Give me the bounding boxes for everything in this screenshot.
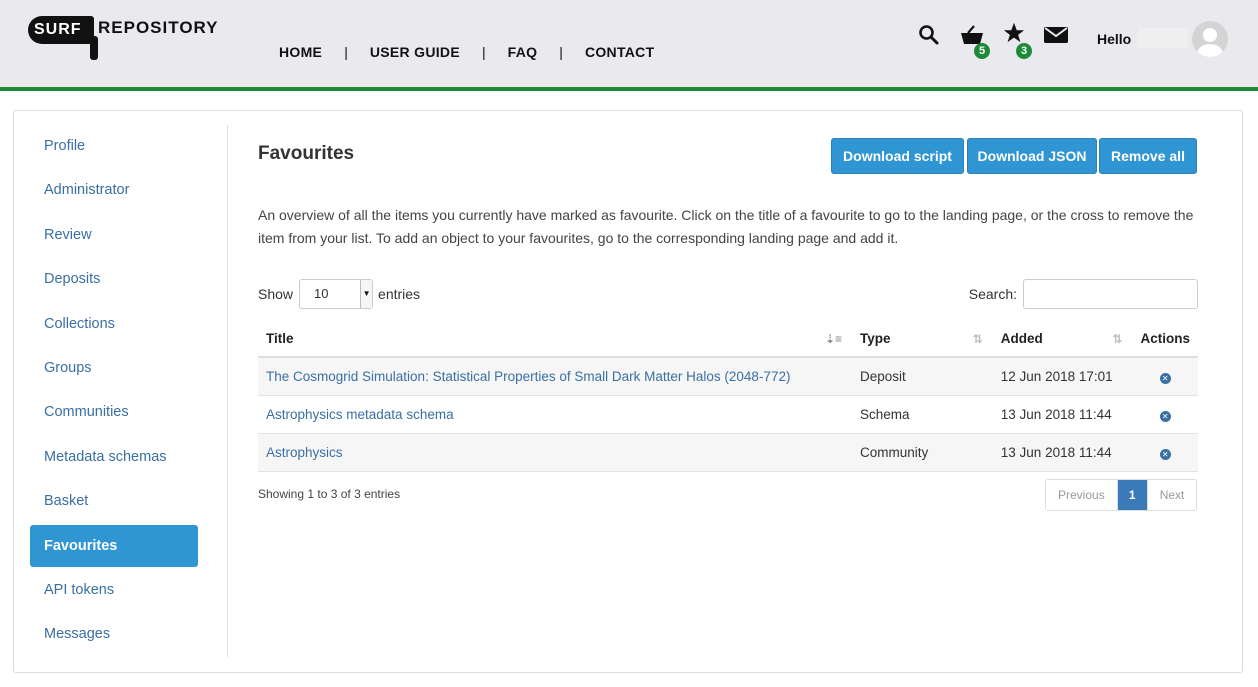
- column-header-type[interactable]: Type ⇅: [852, 321, 993, 358]
- favourite-title-link[interactable]: Astrophysics metadata schema: [266, 407, 454, 422]
- column-type-label: Type: [860, 331, 891, 346]
- remove-favourite-icon[interactable]: ✕: [1159, 372, 1171, 384]
- sidebar-item-favourites[interactable]: Favourites: [30, 524, 198, 567]
- sidebar-item-api-tokens[interactable]: API tokens: [30, 569, 198, 611]
- sidebar-divider: [227, 125, 228, 657]
- sort-icon: ⇅: [1112, 332, 1123, 346]
- favourite-added: 13 Jun 2018 11:44: [992, 395, 1133, 434]
- sidebar-item-profile[interactable]: Profile: [30, 125, 198, 167]
- favourite-title-link[interactable]: The Cosmogrid Simulation: Statistical Pr…: [266, 369, 790, 384]
- table-row: Astrophysics metadata schema Schema 13 J…: [258, 395, 1198, 434]
- sidebar-item-metadata-schemas[interactable]: Metadata schemas: [30, 436, 198, 478]
- remove-all-button[interactable]: Remove all: [1099, 138, 1197, 174]
- column-added-label: Added: [1000, 331, 1043, 346]
- entries-label: entries: [378, 286, 421, 302]
- sidebar-item-messages[interactable]: Messages: [30, 613, 198, 655]
- sidebar-item-collections[interactable]: Collections: [30, 303, 198, 345]
- avatar[interactable]: [1192, 21, 1228, 57]
- sidebar: Profile Administrator Review Deposits Co…: [30, 125, 198, 658]
- favourite-type: Deposit: [852, 357, 993, 396]
- sidebar-item-communities[interactable]: Communities: [30, 391, 198, 433]
- nav-home[interactable]: HOME: [279, 44, 322, 60]
- sidebar-item-administrator[interactable]: Administrator: [30, 169, 198, 211]
- nav-contact[interactable]: CONTACT: [585, 44, 655, 60]
- sidebar-item-basket[interactable]: Basket: [30, 480, 198, 522]
- download-json-button[interactable]: Download JSON: [967, 138, 1097, 174]
- main-panel: Profile Administrator Review Deposits Co…: [13, 110, 1243, 673]
- nav-separator: |: [559, 44, 563, 60]
- search-icon[interactable]: [918, 24, 940, 49]
- table-row: Astrophysics Community 13 Jun 2018 11:44…: [258, 433, 1198, 472]
- main-nav: HOME | USER GUIDE | FAQ | CONTACT: [279, 44, 654, 60]
- column-header-added[interactable]: Added ⇅: [992, 321, 1133, 358]
- favourites-table: Title ⇣≡ Type ⇅ Added ⇅ Actions The Cosm…: [258, 321, 1198, 472]
- table-search: Search:: [969, 279, 1198, 309]
- basket-count-badge: 5: [974, 43, 990, 59]
- sidebar-item-groups[interactable]: Groups: [30, 347, 198, 389]
- greeting-text: Hello: [1097, 31, 1132, 47]
- table-header-row: Title ⇣≡ Type ⇅ Added ⇅ Actions: [258, 321, 1198, 358]
- entries-select-value: 10: [314, 286, 329, 301]
- table-row: The Cosmogrid Simulation: Statistical Pr…: [258, 357, 1198, 396]
- nav-separator: |: [481, 44, 486, 60]
- site-header: SURF REPOSITORY HOME | USER GUIDE | FAQ …: [0, 0, 1258, 87]
- logo-tail: [90, 36, 98, 60]
- pagination: Previous 1 Next: [1045, 479, 1198, 511]
- favourite-added: 13 Jun 2018 11:44: [992, 433, 1133, 472]
- page-description: An overview of all the items you current…: [258, 207, 1194, 246]
- favourite-added: 12 Jun 2018 17:01: [992, 357, 1133, 396]
- header-accent-bar: [0, 87, 1258, 91]
- logo-surf-text: SURF: [28, 16, 94, 44]
- mail-icon[interactable]: [1044, 27, 1068, 46]
- sort-icon: ⇅: [972, 332, 983, 346]
- favourites-count-badge: 3: [1016, 43, 1032, 59]
- next-page-button[interactable]: Next: [1147, 480, 1197, 510]
- search-input[interactable]: [1023, 279, 1198, 309]
- column-header-title[interactable]: Title ⇣≡: [258, 321, 853, 358]
- remove-favourite-icon[interactable]: ✕: [1159, 448, 1171, 460]
- sidebar-item-deposits[interactable]: Deposits: [30, 258, 198, 300]
- entries-select[interactable]: 10 ▼: [299, 279, 374, 309]
- previous-page-button[interactable]: Previous: [1046, 480, 1117, 510]
- nav-separator: |: [344, 44, 348, 60]
- column-title-label: Title: [266, 331, 294, 346]
- favourite-type: Schema: [852, 395, 993, 434]
- nav-faq[interactable]: FAQ: [508, 44, 538, 60]
- entries-length-control: Show 10 ▼ entries: [258, 279, 420, 309]
- chevron-down-icon: ▼: [360, 280, 373, 308]
- show-label: Show: [258, 286, 294, 302]
- favourite-type: Community: [852, 433, 993, 472]
- table-info: Showing 1 to 3 of 3 entries: [258, 487, 401, 501]
- sort-ascending-icon: ⇣≡: [824, 332, 843, 346]
- page-1-button[interactable]: 1: [1116, 480, 1148, 510]
- sidebar-item-review[interactable]: Review: [30, 214, 198, 256]
- column-header-actions: Actions: [1132, 321, 1198, 358]
- favourite-title-link[interactable]: Astrophysics: [266, 445, 343, 460]
- user-name-redacted: [1138, 28, 1188, 48]
- remove-favourite-icon[interactable]: ✕: [1159, 410, 1171, 422]
- nav-user-guide[interactable]: USER GUIDE: [370, 44, 460, 60]
- page-title: Favourites: [258, 143, 355, 164]
- logo-repository-text: REPOSITORY: [98, 18, 219, 37]
- search-label: Search:: [968, 286, 1017, 302]
- download-script-button[interactable]: Download script: [831, 138, 964, 174]
